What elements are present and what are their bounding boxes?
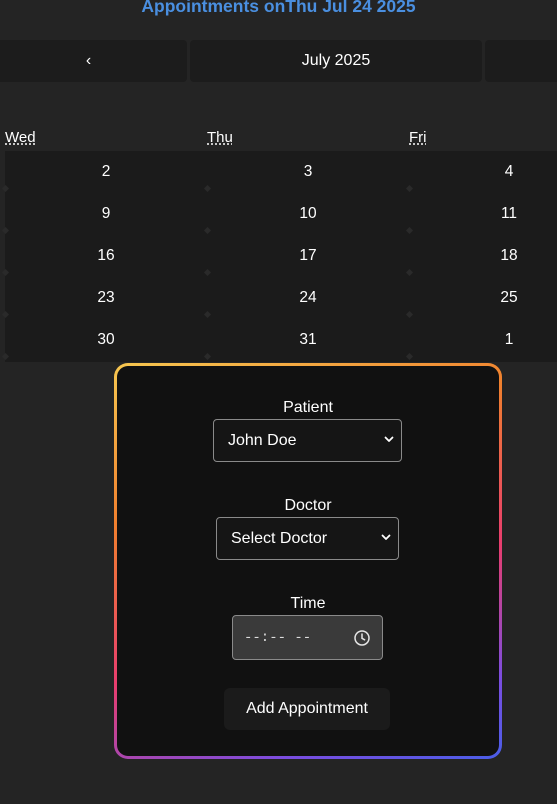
time-input[interactable]: --:-- --: [232, 615, 383, 660]
calendar-day[interactable]: 25: [409, 277, 557, 319]
weekday-label: Thu: [207, 129, 233, 146]
chevron-down-icon: [384, 436, 394, 442]
appointment-form: Patient John Doe Doctor Select Doctor Ti…: [117, 366, 499, 756]
calendar-day[interactable]: 16: [5, 235, 207, 277]
calendar-day[interactable]: 9: [5, 193, 207, 235]
calendar-day[interactable]: 24: [207, 277, 409, 319]
calendar-day[interactable]: 30: [5, 319, 207, 361]
calendar-day[interactable]: 11: [409, 193, 557, 235]
calendar-day[interactable]: 2: [5, 151, 207, 193]
clock-icon[interactable]: [353, 629, 371, 647]
patient-label: Patient: [283, 399, 333, 416]
time-input-placeholder: --:-- --: [244, 629, 312, 646]
patient-select-value: John Doe: [228, 431, 297, 449]
calendar-week-row: 16 17 18: [1, 235, 557, 277]
calendar-day[interactable]: 31: [207, 319, 409, 361]
next-month-button[interactable]: [485, 40, 557, 82]
appointment-form-card: Patient John Doe Doctor Select Doctor Ti…: [114, 363, 502, 759]
patient-select[interactable]: John Doe: [213, 419, 402, 462]
doctor-select[interactable]: Select Doctor: [216, 517, 399, 560]
prev-month-button[interactable]: ‹: [0, 40, 187, 82]
calendar-grid: 2 3 4 9 10 11 16 17 18 23 24 25 30 31 1: [1, 151, 557, 362]
calendar-week-row: 2 3 4: [1, 151, 557, 193]
doctor-label: Doctor: [284, 497, 332, 514]
chevron-down-icon: [381, 534, 391, 540]
time-label: Time: [290, 595, 326, 612]
month-label: July 2025: [190, 40, 482, 82]
calendar-day[interactable]: 17: [207, 235, 409, 277]
calendar-day[interactable]: 3: [207, 151, 409, 193]
weekday-label: Fri: [409, 129, 427, 146]
prev-month-label: ‹: [85, 52, 92, 69]
calendar-day[interactable]: 10: [207, 193, 409, 235]
doctor-select-value: Select Doctor: [231, 529, 328, 547]
calendar-day[interactable]: 4: [409, 151, 557, 193]
calendar-week-row: 9 10 11: [1, 193, 557, 235]
add-appointment-button[interactable]: Add Appointment: [224, 688, 390, 730]
calendar-week-row: 30 31 1: [1, 319, 557, 361]
calendar-day[interactable]: 23: [5, 277, 207, 319]
weekday-header: Wed Thu Fri: [0, 129, 557, 149]
weekday-label: Wed: [5, 129, 36, 146]
calendar-navigation: ‹ July 2025: [0, 40, 557, 82]
page-title: Appointments onThu Jul 24 2025: [141, 0, 416, 16]
calendar-week-row: 23 24 25: [1, 277, 557, 319]
calendar-day[interactable]: 1: [409, 319, 557, 361]
calendar-day[interactable]: 18: [409, 235, 557, 277]
